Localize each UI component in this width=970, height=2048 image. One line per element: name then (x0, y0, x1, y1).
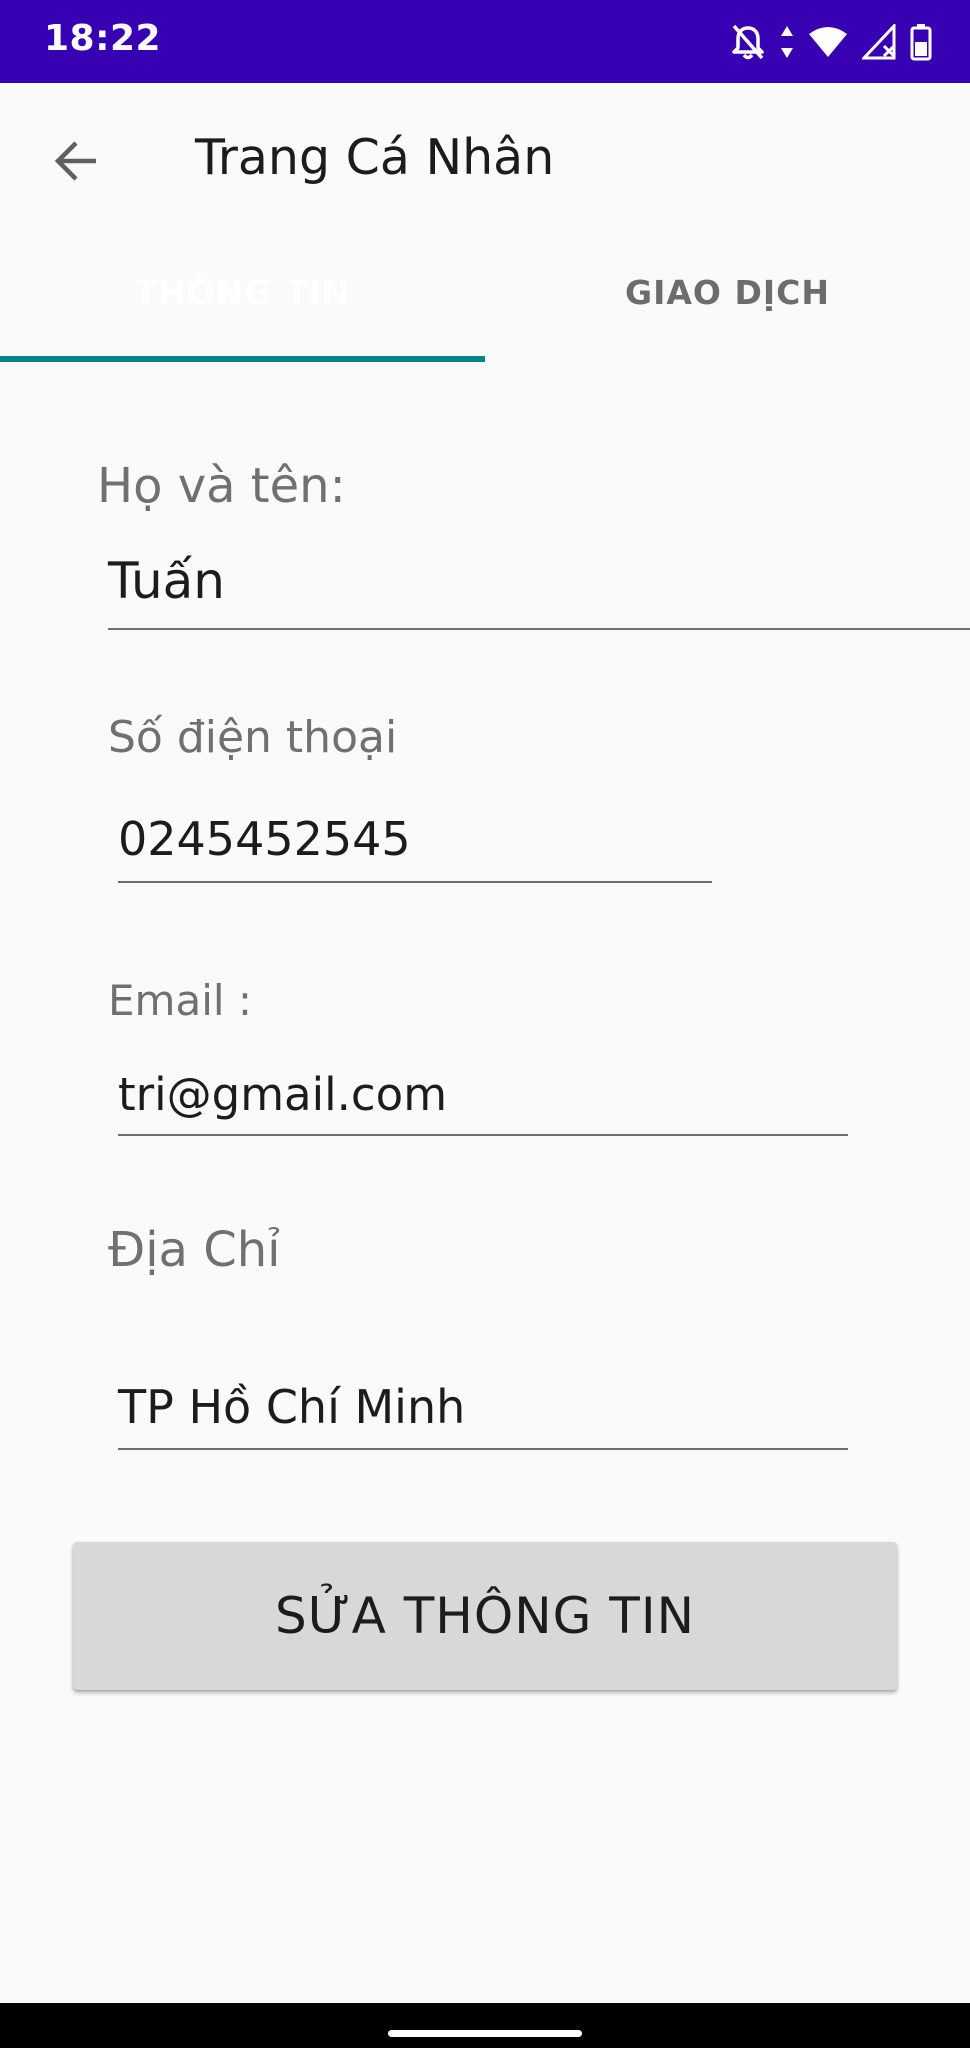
battery-icon (910, 23, 932, 61)
status-time: 18:22 (44, 18, 162, 59)
tab-info[interactable]: THÔNG TIN (0, 235, 485, 363)
tab-indicator (0, 356, 485, 362)
page-title: Trang Cá Nhân (195, 129, 555, 186)
address-label: Địa Chỉ (108, 1222, 281, 1278)
signal-icon (862, 24, 896, 60)
phone-field[interactable]: 0245452545 (118, 812, 712, 883)
home-handle[interactable] (388, 2030, 582, 2037)
address-field[interactable]: TP Hồ Chí Minh (118, 1380, 848, 1450)
tab-transactions[interactable]: GIAO DỊCH (485, 235, 970, 363)
back-button[interactable] (38, 125, 114, 201)
email-label: Email : (108, 976, 253, 1025)
arrow-left-icon (52, 137, 100, 189)
name-label: Họ và tên: (97, 458, 346, 514)
wifi-icon (808, 25, 848, 59)
navigation-bar (0, 2003, 970, 2048)
tab-bar: THÔNG TIN GIAO DỊCH (0, 235, 970, 363)
phone-label: Số điện thoại (108, 712, 398, 763)
bell-off-icon (730, 22, 766, 62)
app-bar: Trang Cá Nhân (0, 83, 970, 235)
data-arrows-icon (780, 24, 794, 60)
edit-info-button[interactable]: SỬA THÔNG TIN (73, 1542, 897, 1690)
status-icons (730, 20, 932, 64)
name-field[interactable]: Tuấn (108, 552, 970, 630)
email-field[interactable]: tri@gmail.com (118, 1068, 848, 1136)
status-bar: 18:22 (0, 0, 970, 83)
